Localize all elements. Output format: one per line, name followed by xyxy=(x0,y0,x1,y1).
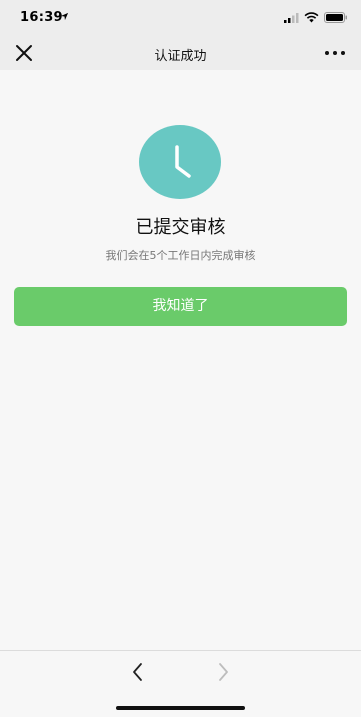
more-dots-icon[interactable] xyxy=(322,41,348,65)
chevron-left-icon[interactable] xyxy=(128,661,148,683)
cellular-signal-icon xyxy=(284,13,299,23)
battery-icon xyxy=(324,12,347,23)
location-arrow-icon xyxy=(60,12,69,21)
home-indicator xyxy=(116,706,245,710)
nav-bar: 认证成功 xyxy=(0,36,361,70)
chevron-right-icon[interactable] xyxy=(213,661,233,683)
acknowledge-button[interactable]: 我知道了 xyxy=(14,287,347,326)
clock-icon xyxy=(139,125,221,199)
page-title: 认证成功 xyxy=(154,49,207,64)
status-subtext: 我们会在5个工作日内完成审核 xyxy=(105,249,256,262)
wifi-icon xyxy=(304,12,319,23)
status-time: 16:39 xyxy=(20,10,63,25)
screen: 16:39 认证成功 已提交审核 我们会在5个工作日内完成审核 我知道了 xyxy=(0,0,361,717)
status-bar: 16:39 xyxy=(0,0,361,36)
bottom-toolbar xyxy=(0,650,361,717)
status-heading: 已提交审核 xyxy=(135,217,226,238)
